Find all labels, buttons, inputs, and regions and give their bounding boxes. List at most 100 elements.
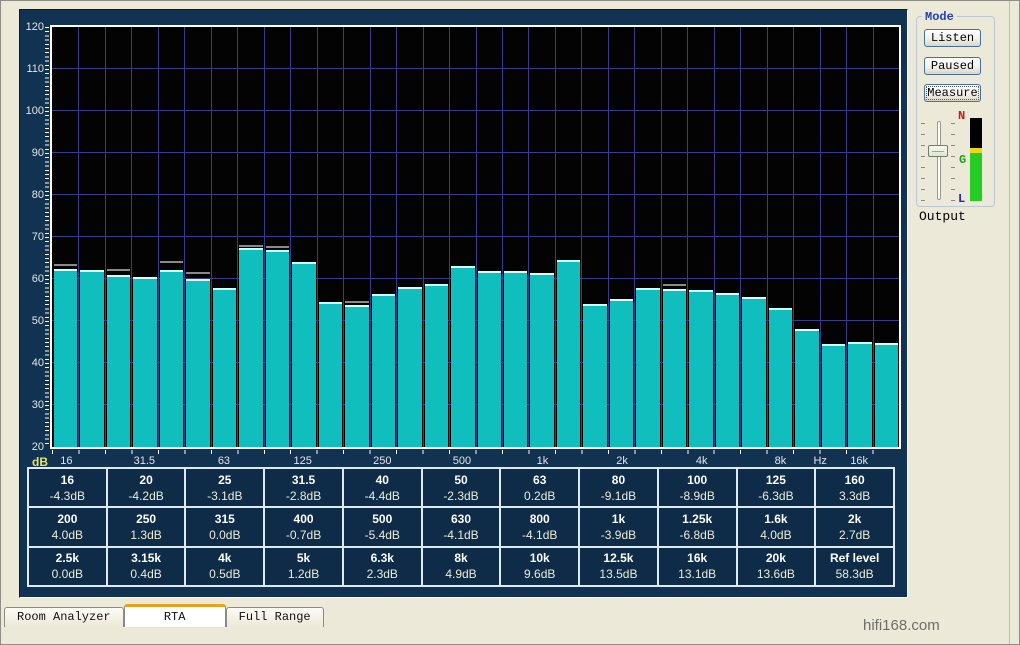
band-cell-315: 3150.0dB — [186, 508, 263, 545]
rta-spectrum-plot — [50, 25, 901, 449]
band-level: 13.1dB — [678, 566, 716, 582]
band-frequency: 125 — [766, 472, 786, 488]
band-level: 0.0dB — [52, 566, 83, 582]
band-cell-160: 1603.3dB — [816, 469, 893, 506]
listen-button[interactable]: Listen — [924, 29, 981, 47]
output-slider-ticks-right — [951, 123, 955, 201]
v-gridline — [449, 27, 450, 447]
bar-top-cap — [398, 287, 421, 289]
paused-button[interactable]: Paused — [924, 57, 981, 75]
x-tick-label-500: 500 — [453, 455, 471, 467]
y-axis-minor-ticks — [45, 27, 49, 447]
band-cell-1.6k: 1.6k4.0dB — [738, 508, 815, 545]
bar-top-cap — [451, 266, 474, 268]
x-tick-label-250: 250 — [373, 455, 391, 467]
x-tick-label-Hz: Hz — [813, 455, 826, 467]
output-slider-track[interactable] — [937, 121, 941, 200]
bar-top-cap — [742, 297, 765, 299]
band-level: 4.0dB — [52, 527, 83, 543]
band-frequency: 2k — [848, 511, 861, 527]
band-level: -4.1dB — [443, 527, 478, 543]
bar-top-cap — [875, 343, 898, 345]
band-level: 0.0dB — [209, 527, 240, 543]
band-cell-125: 125-6.3dB — [738, 469, 815, 506]
tab-rta[interactable]: RTA — [124, 604, 226, 627]
bar-top-cap — [80, 270, 103, 272]
peak-hold-marker-80 — [239, 245, 262, 247]
x-tick-label-125: 125 — [294, 455, 312, 467]
peak-hold-marker-50 — [186, 272, 209, 274]
band-level: -3.1dB — [207, 488, 242, 504]
band-level: -4.4dB — [365, 488, 400, 504]
y-tick-label-80: 80 — [22, 189, 44, 201]
band-level: 4.0dB — [760, 527, 791, 543]
spectrum-bar-3.15k — [663, 289, 686, 447]
band-level: 3.3dB — [839, 488, 870, 504]
band-level: 58.3dB — [836, 566, 874, 582]
band-level: -4.3dB — [50, 488, 85, 504]
bar-top-cap — [292, 262, 315, 264]
band-level: -9.1dB — [601, 488, 636, 504]
v-gridline — [290, 27, 291, 447]
v-gridline — [396, 27, 397, 447]
output-slider-thumb[interactable] — [928, 145, 948, 157]
bottom-tab-bar: Room Analyzer RTA Full Range — [4, 604, 324, 627]
bar-top-cap — [822, 344, 845, 346]
meter-label-n: N — [958, 109, 965, 123]
band-cell-10k: 10k9.6dB — [501, 548, 578, 585]
band-cell-5k: 5k1.2dB — [265, 548, 342, 585]
band-level: 0.2dB — [524, 488, 555, 504]
band-frequency: 16k — [687, 550, 707, 566]
band-cell-31.5: 31.5-2.8dB — [265, 469, 342, 506]
measure-button[interactable]: Measure — [924, 84, 981, 102]
v-gridline — [714, 27, 715, 447]
peak-hold-marker-200 — [345, 301, 368, 303]
band-level: -4.1dB — [522, 527, 557, 543]
spectrum-bar-315 — [398, 287, 421, 447]
band-cell-80: 80-9.1dB — [580, 469, 657, 506]
spectrum-bar-630 — [478, 271, 501, 447]
band-level: -0.7dB — [286, 527, 321, 543]
peak-hold-marker-40 — [160, 261, 183, 263]
peak-hold-marker-16 — [54, 264, 77, 266]
band-level: -2.8dB — [286, 488, 321, 504]
app-window: 1201101009080706050403020 dB 1631.563125… — [0, 0, 1020, 645]
band-frequency: 63 — [533, 472, 546, 488]
spectrum-bar-20k — [875, 343, 898, 447]
v-gridline — [317, 27, 318, 447]
spectrum-bar-16k — [848, 342, 871, 447]
y-tick-label-90: 90 — [22, 147, 44, 159]
bar-top-cap — [186, 279, 209, 281]
band-cell-25: 25-3.1dB — [186, 469, 263, 506]
band-frequency: 1k — [612, 511, 625, 527]
band-level: -3.9dB — [601, 527, 636, 543]
bar-top-cap — [425, 284, 448, 286]
spectrum-bar-100 — [266, 250, 289, 447]
tab-room-analyzer[interactable]: Room Analyzer — [4, 607, 124, 627]
spectrum-bar-10k — [795, 329, 818, 447]
spectrum-bar-20 — [80, 270, 103, 447]
v-gridline — [184, 27, 185, 447]
y-tick-label-110: 110 — [22, 63, 44, 75]
v-gridline — [846, 27, 847, 447]
x-tick-label-2k: 2k — [616, 455, 628, 467]
band-frequency: 6.3k — [371, 550, 394, 566]
y-tick-label-40: 40 — [22, 357, 44, 369]
v-gridline — [820, 27, 821, 447]
tab-full-range[interactable]: Full Range — [226, 607, 324, 627]
bar-top-cap — [663, 289, 686, 291]
band-frequency: 1.6k — [764, 511, 787, 527]
band-frequency: 4k — [218, 550, 231, 566]
band-level: 0.4dB — [130, 566, 161, 582]
band-frequency: 630 — [451, 511, 471, 527]
bar-top-cap — [133, 277, 156, 279]
window-edge-line — [1009, 1, 1010, 644]
band-level: 2.7dB — [839, 527, 870, 543]
band-level: 13.5dB — [599, 566, 637, 582]
band-frequency: 2.5k — [56, 550, 79, 566]
band-cell-250: 2501.3dB — [108, 508, 185, 545]
y-tick-label-20: 20 — [22, 441, 44, 453]
mode-groupbox-caption: Mode — [922, 10, 957, 24]
bar-top-cap — [266, 250, 289, 252]
band-cell-4k: 4k0.5dB — [186, 548, 263, 585]
